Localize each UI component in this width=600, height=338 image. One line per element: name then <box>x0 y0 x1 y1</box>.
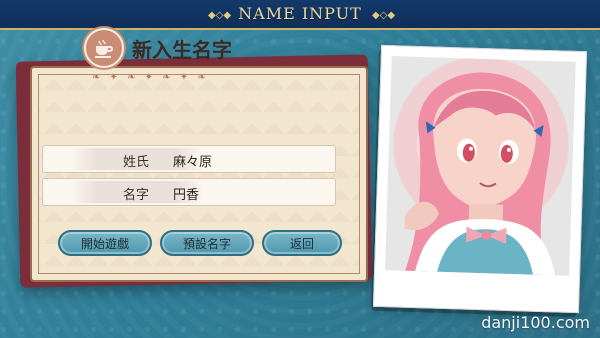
surname-value[interactable]: 麻々原 <box>173 151 212 170</box>
ornament-icon: ◆◇◆ <box>372 10 396 21</box>
teacup-icon-graphic <box>95 39 113 58</box>
character-portrait-frame <box>372 44 588 314</box>
default-name-button[interactable]: 預設名字 <box>160 230 254 256</box>
surname-label: 姓氏 <box>122 155 149 170</box>
given-name-value[interactable]: 円香 <box>173 184 199 203</box>
given-name-field[interactable]: 名字 円香 <box>42 178 336 206</box>
page-title: NAME INPUT <box>238 4 362 23</box>
ornament-divider: ❧ ✦ ❧ ✦ ❧ ✦ ❧ <box>92 72 209 83</box>
back-button[interactable]: 返回 <box>262 230 342 256</box>
header-bar: ◆◇◆ NAME INPUT ◆◇◆ <box>0 0 600 30</box>
character-illustration <box>404 72 556 276</box>
start-game-button[interactable]: 開始遊戲 <box>58 230 152 256</box>
teacup-icon <box>84 28 124 68</box>
surname-field[interactable]: 姓氏 麻々原 <box>42 145 336 173</box>
character-portrait <box>385 56 576 276</box>
given-name-label: 名字 <box>122 188 149 203</box>
watermark-text: danji100.com <box>481 313 590 332</box>
card-title: 新入生名字 <box>132 38 232 62</box>
